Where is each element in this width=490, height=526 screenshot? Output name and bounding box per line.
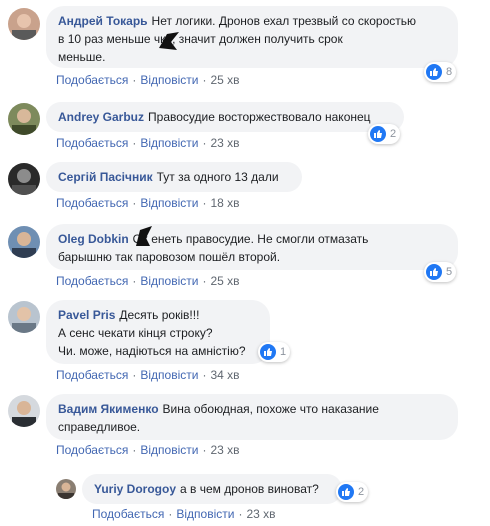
comment-time[interactable]: 25 хв — [210, 73, 239, 87]
separator: · — [168, 507, 173, 521]
comment-text: а в чем дронов виноват? — [180, 482, 319, 496]
comment-author[interactable]: Андрей Токарь — [58, 14, 148, 28]
separator: · — [132, 443, 137, 457]
separator: · — [202, 136, 207, 150]
thumbs-up-icon — [338, 484, 354, 500]
like-link[interactable]: Подобається — [56, 136, 128, 150]
comment-author[interactable]: Вадим Якименко — [58, 402, 159, 416]
reaction-number: 1 — [280, 346, 287, 358]
comment-bubble: Андрей Токарь Нет логики. Дронов ехал тре… — [46, 6, 458, 68]
separator: · — [132, 274, 137, 288]
like-link[interactable]: Подобається — [56, 73, 128, 87]
comment-actions: Подобається · Відповісти · 18 хв — [56, 195, 240, 211]
reply-link[interactable]: Відповісти — [140, 274, 198, 288]
scribble-mark — [159, 32, 179, 50]
comment-bubble: Yuriy Dorogoy а в чем дронов виноват? — [82, 474, 342, 504]
comment-author[interactable]: Oleg Dobkin — [58, 232, 129, 246]
reply-link[interactable]: Відповісти — [140, 73, 198, 87]
separator: · — [132, 73, 137, 87]
avatar[interactable] — [8, 103, 40, 135]
reaction-number: 2 — [358, 486, 365, 498]
comment-bubble: Pavel Pris Десять років!!! А сенс чекати … — [46, 300, 270, 364]
reply-link[interactable]: Відповісти — [140, 196, 198, 210]
like-link[interactable]: Подобається — [56, 274, 128, 288]
comment-time[interactable]: 25 хв — [210, 274, 239, 288]
comment-time[interactable]: 23 хв — [210, 443, 239, 457]
separator: · — [202, 196, 207, 210]
separator: · — [132, 368, 137, 382]
like-link[interactable]: Подобається — [56, 196, 128, 210]
reaction-count[interactable]: 1 — [258, 342, 291, 362]
reaction-count[interactable]: 2 — [336, 482, 369, 502]
comment-bubble: Oleg DobkinОх енеть правосудие. Не смогл… — [46, 224, 458, 270]
scribble-mark — [136, 226, 152, 246]
comment-time[interactable]: 23 хв — [246, 507, 275, 521]
avatar[interactable] — [56, 479, 76, 499]
comment-author[interactable]: Pavel Pris — [58, 308, 115, 322]
separator: · — [202, 368, 207, 382]
comment-author[interactable]: Andrey Garbuz — [58, 110, 144, 124]
comment-time[interactable]: 23 хв — [210, 136, 239, 150]
comment-text: Правосудие восторжествовало наконец — [148, 110, 371, 124]
reaction-number: 8 — [446, 66, 453, 78]
separator: · — [202, 443, 207, 457]
comment-text: Тут за одного 13 дали — [156, 170, 279, 184]
thumbs-up-icon — [260, 344, 276, 360]
separator: · — [238, 507, 243, 521]
avatar[interactable] — [8, 395, 40, 427]
separator: · — [132, 196, 137, 210]
separator: · — [202, 73, 207, 87]
comment-bubble: Andrey Garbuz Правосудие восторжествовало… — [46, 102, 404, 132]
thumbs-up-icon — [426, 264, 442, 280]
reaction-count[interactable]: 8 — [424, 62, 457, 82]
reply-link[interactable]: Відповісти — [176, 507, 234, 521]
like-link[interactable]: Подобається — [56, 368, 128, 382]
separator: · — [132, 136, 137, 150]
reaction-number: 5 — [446, 266, 453, 278]
separator: · — [202, 274, 207, 288]
reply-link[interactable]: Відповісти — [140, 136, 198, 150]
avatar[interactable] — [8, 301, 40, 333]
comment-actions: Подобається · Відповісти · 34 хв — [56, 367, 240, 383]
like-link[interactable]: Подобається — [56, 443, 128, 457]
comment-actions: Подобається · Відповісти · 25 хв — [56, 273, 240, 289]
comment-actions: Подобається · Відповісти · 23 хв — [56, 135, 240, 151]
thumbs-up-icon — [370, 126, 386, 142]
like-link[interactable]: Подобається — [92, 507, 164, 521]
comment-actions: Подобається · Відповісти · 23 хв — [56, 442, 240, 458]
avatar[interactable] — [8, 163, 40, 195]
comment-author[interactable]: Сергій Пасічник — [58, 170, 153, 184]
comment-bubble: Сергій Пасічник Тут за одного 13 дали — [46, 162, 302, 192]
reaction-count[interactable]: 2 — [368, 124, 401, 144]
comment-time[interactable]: 18 хв — [210, 196, 239, 210]
thumbs-up-icon — [426, 64, 442, 80]
comment-actions: Подобається · Відповісти · 23 хв — [92, 506, 276, 522]
avatar[interactable] — [8, 8, 40, 40]
avatar[interactable] — [8, 226, 40, 258]
comment-time[interactable]: 34 хв — [210, 368, 239, 382]
reply-link[interactable]: Відповісти — [140, 443, 198, 457]
reaction-count[interactable]: 5 — [424, 262, 457, 282]
reaction-number: 2 — [390, 128, 397, 140]
comment-actions: Подобається · Відповісти · 25 хв — [56, 72, 240, 88]
comment-author[interactable]: Yuriy Dorogoy — [94, 482, 176, 496]
reply-link[interactable]: Відповісти — [140, 368, 198, 382]
comment-bubble: Вадим Якименко Вина обоюдная, похоже что … — [46, 394, 458, 440]
